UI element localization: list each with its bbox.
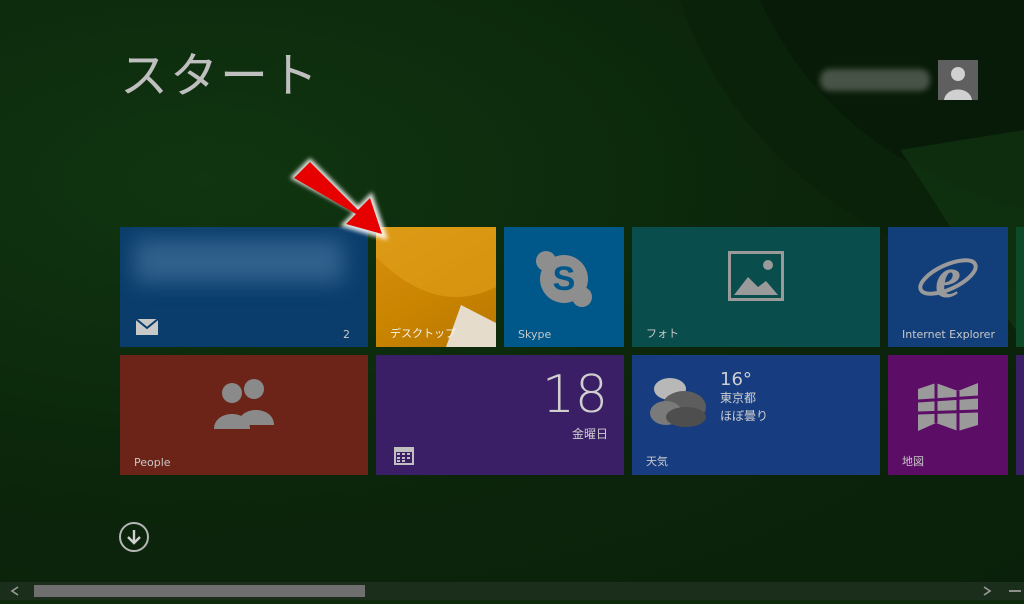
scroll-right-button[interactable] xyxy=(976,582,996,600)
tile-maps[interactable]: 地図 xyxy=(888,355,1008,475)
page-title: スタート xyxy=(120,48,321,104)
annotation-arrow xyxy=(276,150,406,250)
tile-weather[interactable]: 16° 東京都 ほぼ曇り 天気 xyxy=(632,355,880,475)
user-account[interactable] xyxy=(820,60,978,100)
tile-weather-label: 天気 xyxy=(646,455,668,468)
scroll-left-button[interactable] xyxy=(0,582,34,600)
tile-ie-label: Internet Explorer xyxy=(902,328,995,341)
tile-skype[interactable]: S Skype xyxy=(504,227,624,347)
avatar-icon[interactable] xyxy=(938,60,978,100)
weather-city: 東京都 xyxy=(720,391,757,405)
photo-icon xyxy=(727,250,785,305)
tile-people-label: People xyxy=(134,456,171,469)
weather-temperature: 16° xyxy=(720,369,752,390)
horizontal-scrollbar[interactable] xyxy=(0,582,1024,600)
zoom-out-button[interactable] xyxy=(1006,582,1024,600)
svg-text:S: S xyxy=(553,260,576,298)
tile-people[interactable]: People xyxy=(120,355,368,475)
svg-text:e: e xyxy=(935,247,961,310)
maps-icon xyxy=(917,381,979,437)
user-name xyxy=(820,69,930,91)
skype-icon: S xyxy=(534,249,594,313)
calendar-day: 18 xyxy=(541,365,608,425)
calendar-icon xyxy=(394,447,414,469)
ie-icon: e xyxy=(916,245,980,315)
tile-photos[interactable]: フォト xyxy=(632,227,880,347)
all-apps-button[interactable] xyxy=(119,522,149,552)
tile-maps-label: 地図 xyxy=(902,455,924,468)
weather-icon xyxy=(646,369,710,437)
people-icon xyxy=(212,379,274,433)
tile-skype-label: Skype xyxy=(518,328,552,341)
weather-condition: ほぼ曇り xyxy=(720,409,769,423)
calendar-weekday: 金曜日 xyxy=(571,427,608,441)
tile-desktop-label: デスクトップ xyxy=(390,327,456,340)
tile-internet-explorer[interactable]: e Internet Explorer xyxy=(888,227,1008,347)
tile-partial-2[interactable] xyxy=(1016,355,1024,475)
mail-icon xyxy=(135,318,159,339)
tile-partial[interactable] xyxy=(1016,227,1024,347)
tile-photos-label: フォト xyxy=(646,327,679,340)
mail-count: 2 xyxy=(343,328,350,341)
scroll-thumb[interactable] xyxy=(34,585,365,597)
tile-calendar[interactable]: 18 金曜日 xyxy=(376,355,624,475)
